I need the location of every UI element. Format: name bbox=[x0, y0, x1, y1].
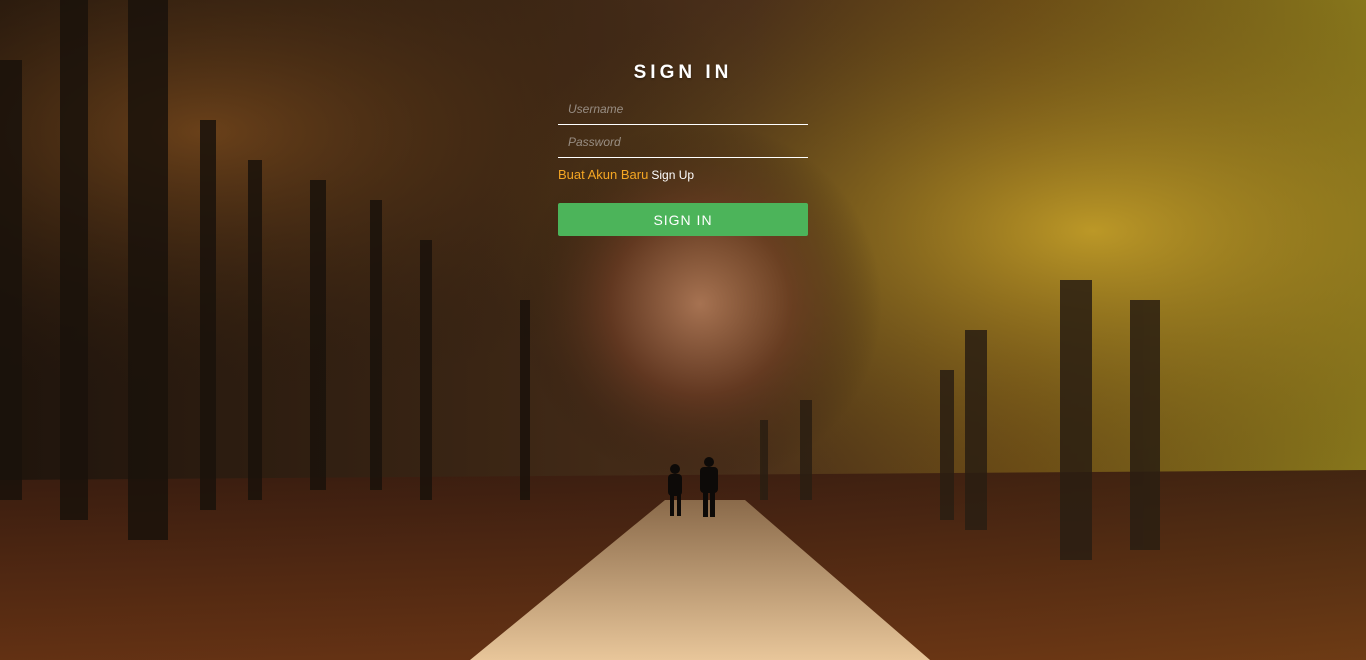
login-form: SIGN IN Buat Akun BaruSign Up SIGN IN bbox=[558, 60, 808, 236]
signup-row: Buat Akun Baru Sign Up bbox=[558, 167, 808, 183]
signup-prompt: Buat Akun Baru bbox=[558, 167, 649, 182]
password-input[interactable] bbox=[558, 127, 808, 158]
sign-in-button[interactable]: SIGN IN bbox=[558, 203, 808, 236]
username-input[interactable] bbox=[558, 94, 808, 125]
login-title: SIGN IN bbox=[633, 62, 733, 83]
signup-link[interactable]: Sign Up bbox=[651, 168, 694, 182]
